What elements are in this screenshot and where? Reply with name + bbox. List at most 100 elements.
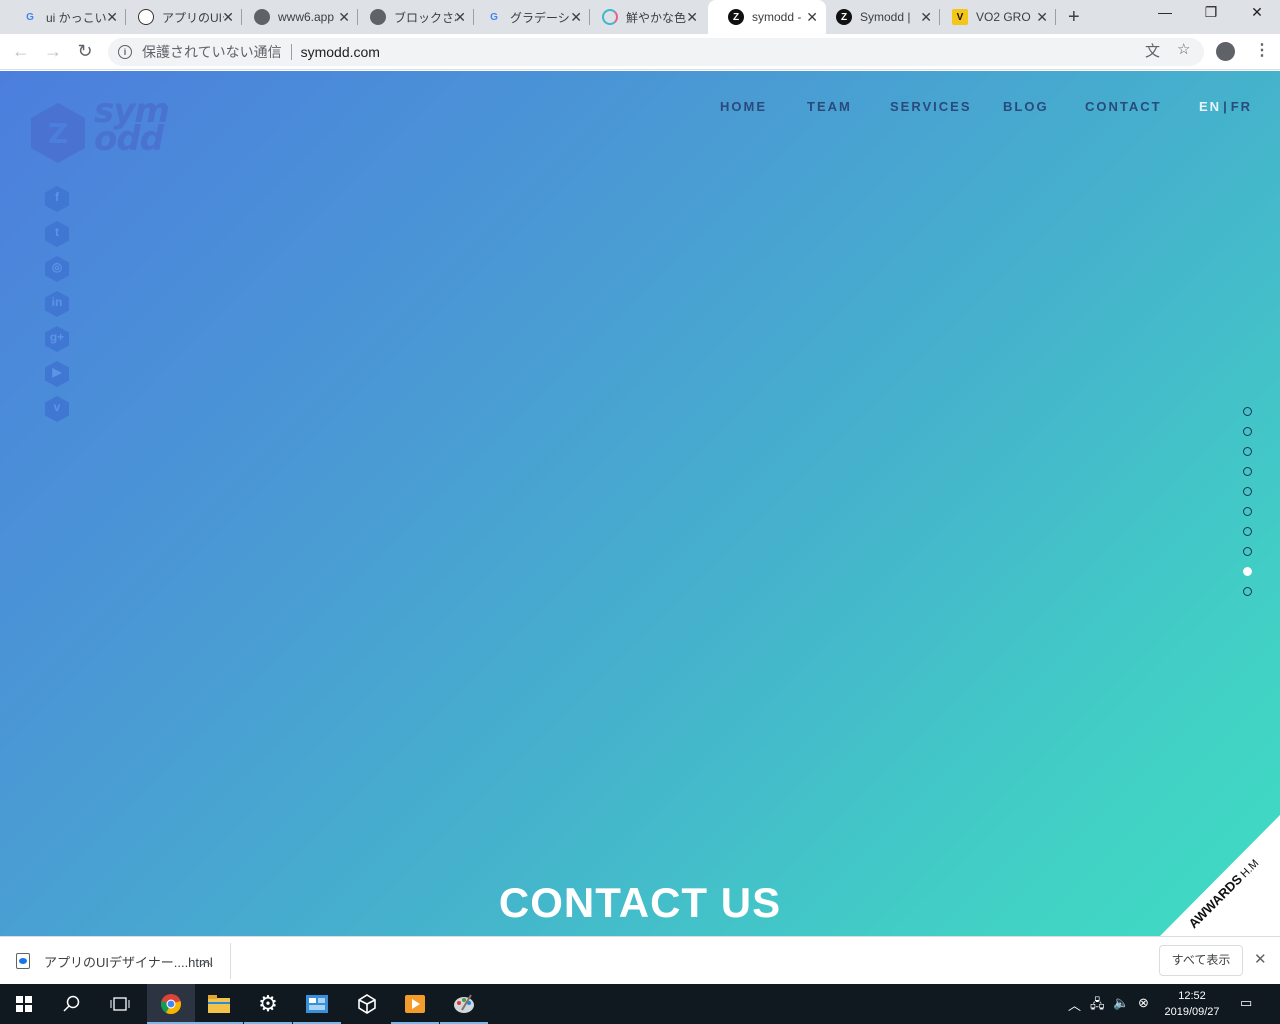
tab-6[interactable]: Z symodd - ✕ <box>708 0 826 34</box>
section-dot-active[interactable] <box>1243 567 1252 576</box>
nav-home[interactable]: HOME <box>720 99 767 114</box>
download-divider <box>230 943 231 979</box>
tab-3[interactable]: ブロックされ ✕ <box>350 0 474 34</box>
translate-icon[interactable]: 文 <box>1145 40 1160 61</box>
tab-0[interactable]: G ui かっこいい ✕ <box>2 0 126 34</box>
media-player-icon[interactable] <box>391 984 439 1024</box>
section-dot[interactable] <box>1243 427 1252 436</box>
tab-5[interactable]: 鮮やかな色 ✕ <box>582 0 706 34</box>
section-dot[interactable] <box>1243 447 1252 456</box>
start-windows-icon[interactable] <box>0 984 48 1024</box>
unity-icon[interactable] <box>343 984 391 1024</box>
tab-close-icon[interactable]: ✕ <box>1036 9 1048 25</box>
tab-close-icon[interactable]: ✕ <box>686 9 698 25</box>
settings-gear-icon[interactable]: ⚙ <box>244 984 292 1024</box>
windows-taskbar: ⚙ ︿ 🖧 🔈 ⊗ 12:52 2019/09/27 ▭ <box>0 984 1280 1024</box>
tab-title: ui かっこいい <box>46 10 108 25</box>
social-glyph: ◎ <box>51 260 63 274</box>
network-icon[interactable]: 🖧 <box>1090 995 1105 1017</box>
minimize-button[interactable]: — <box>1142 4 1188 20</box>
instagram-icon[interactable]: ◎ <box>44 255 70 283</box>
close-download-bar-icon[interactable]: ✕ <box>1254 950 1267 968</box>
tab-close-icon[interactable]: ✕ <box>920 9 932 25</box>
restore-button[interactable]: ❐ <box>1188 4 1234 21</box>
tab-1[interactable]: アプリのUIデ ✕ <box>118 0 242 34</box>
globe-icon <box>370 9 386 25</box>
awwards-badge[interactable]: AWWARDS H.M <box>1160 815 1280 936</box>
section-dot[interactable] <box>1243 527 1252 536</box>
profile-avatar-icon[interactable] <box>1216 42 1235 61</box>
tab-4[interactable]: G グラデーショ ✕ <box>466 0 590 34</box>
vimeo-icon[interactable]: v <box>44 395 70 423</box>
show-all-button[interactable]: すべて表示 <box>1159 945 1243 976</box>
download-filename: アプリのUIデザイナー....html <box>44 954 213 970</box>
tab-close-icon[interactable]: ✕ <box>106 9 118 25</box>
google-icon: G <box>26 11 34 23</box>
section-dot[interactable] <box>1243 587 1252 596</box>
html-file-icon <box>16 953 30 969</box>
tab-title: Symodd | <box>860 10 911 24</box>
section-dot[interactable] <box>1243 547 1252 556</box>
info-icon[interactable]: i <box>118 45 132 59</box>
lang-separator: | <box>1223 99 1229 114</box>
clock-date: 2019/09/27 <box>1164 1006 1220 1018</box>
nav-contact[interactable]: CONTACT <box>1085 99 1162 114</box>
section-dot[interactable] <box>1243 487 1252 496</box>
section-dot[interactable] <box>1243 507 1252 516</box>
logo-hex-icon: Z <box>31 103 85 163</box>
tab-title: www6.app <box>278 10 335 24</box>
googleplus-icon[interactable]: g+ <box>44 325 70 353</box>
control-panel-icon[interactable] <box>293 984 341 1024</box>
tab-8[interactable]: V VO2 GRO ✕ <box>932 0 1056 34</box>
language-switcher: EN | FR <box>1199 99 1252 114</box>
nav-services[interactable]: SERVICES <box>890 99 972 114</box>
tab-close-icon[interactable]: ✕ <box>338 9 350 25</box>
tab-close-icon[interactable]: ✕ <box>222 9 234 25</box>
close-window-button[interactable]: ✕ <box>1234 4 1280 21</box>
linkedin-icon[interactable]: in <box>44 290 70 318</box>
download-item[interactable]: アプリのUIデザイナー....html <box>16 949 213 973</box>
page-content: Z sym odd f t ◎ in g+ ▶ v HOME TEAM SERV… <box>0 71 1280 936</box>
volume-icon[interactable]: 🔈 <box>1113 995 1129 1011</box>
notification-off-icon[interactable]: ⊗ <box>1138 995 1149 1011</box>
action-center-icon[interactable]: ▭ <box>1240 995 1252 1011</box>
tab-7[interactable]: Z Symodd | ✕ <box>816 0 940 34</box>
youtube-icon[interactable]: ▶ <box>44 360 70 388</box>
tab-2[interactable]: www6.app ✕ <box>234 0 358 34</box>
nav-team[interactable]: TEAM <box>807 99 852 114</box>
address-bar[interactable]: i 保護されていない通信 symodd.com <box>108 38 1204 66</box>
symodd-logo[interactable]: Z sym odd <box>28 94 188 165</box>
paint-icon[interactable] <box>440 984 488 1024</box>
tray-chevron-up-icon[interactable]: ︿ <box>1068 995 1081 1014</box>
search-icon[interactable] <box>48 984 96 1024</box>
facebook-icon[interactable]: f <box>44 185 70 213</box>
tab-strip: G ui かっこいい ✕ アプリのUIデ ✕ www6.app ✕ ブロックされ… <box>0 0 1280 34</box>
section-dot[interactable] <box>1243 407 1252 416</box>
lang-en[interactable]: EN <box>1199 99 1221 114</box>
file-explorer-icon[interactable] <box>195 984 243 1024</box>
social-glyph: in <box>51 295 63 309</box>
menu-kebab-icon[interactable]: ⋮ <box>1254 40 1270 60</box>
section-dot[interactable] <box>1243 467 1252 476</box>
chevron-up-icon[interactable]: ︿ <box>200 950 213 969</box>
tab-title: symodd - <box>752 10 802 24</box>
twitter-icon[interactable]: t <box>44 220 70 248</box>
chrome-taskbar-icon[interactable] <box>147 984 195 1024</box>
lang-fr[interactable]: FR <box>1231 99 1252 114</box>
tab-close-icon[interactable]: ✕ <box>570 9 582 25</box>
section-heading: CONTACT US <box>498 879 782 926</box>
new-tab-button[interactable]: + <box>1068 6 1080 28</box>
bookmark-star-icon[interactable]: ☆ <box>1177 40 1190 58</box>
tab-close-icon[interactable]: ✕ <box>454 9 466 25</box>
forward-button[interactable]: → <box>42 41 64 61</box>
url-text[interactable]: symodd.com <box>301 44 380 60</box>
reload-button[interactable]: ↻ <box>74 41 96 61</box>
tab-title: グラデーショ <box>510 10 572 25</box>
social-glyph: g+ <box>49 330 65 344</box>
nav-blog[interactable]: BLOG <box>1003 99 1049 114</box>
task-view-icon[interactable] <box>96 984 144 1024</box>
taskbar-clock[interactable]: 12:52 2019/09/27 <box>1156 988 1228 1020</box>
tab-title: アプリのUIデ <box>162 10 224 25</box>
back-button[interactable]: ← <box>10 41 32 61</box>
download-bar: アプリのUIデザイナー....html ︿ すべて表示 ✕ <box>0 936 1280 984</box>
